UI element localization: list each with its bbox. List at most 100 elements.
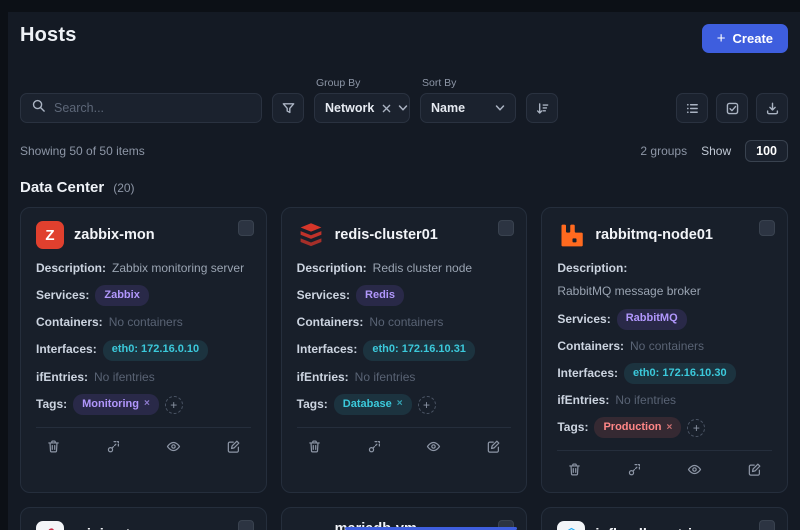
services-label: Services: xyxy=(36,287,89,304)
group-by-label: Group By xyxy=(314,77,410,89)
interfaces-label: Interfaces: xyxy=(36,341,97,358)
show-label: Show xyxy=(701,144,731,158)
delete-button[interactable] xyxy=(46,439,61,454)
service-badges: RabbitMQ xyxy=(617,309,687,330)
filter-button[interactable] xyxy=(272,93,304,123)
search-input[interactable] xyxy=(54,101,251,115)
groups-count-text: 2 groups xyxy=(640,144,687,158)
interface-badges: eth0: 172.16.10.30 xyxy=(624,363,736,384)
edit-button[interactable] xyxy=(486,439,501,454)
group-by-value: Network xyxy=(325,101,374,115)
value-badge: eth0: 172.16.10.30 xyxy=(624,363,736,384)
host-checkbox[interactable] xyxy=(759,220,775,236)
group-name: Data Center xyxy=(20,179,104,196)
containers-label: Containers: xyxy=(36,314,103,331)
page-title: Hosts xyxy=(20,24,77,47)
host-service-icon xyxy=(297,221,325,249)
interfaces-label: Interfaces: xyxy=(297,341,358,358)
host-card[interactable]: Z zabbix-mon Description: Zabbix monitor… xyxy=(20,207,267,493)
download-icon xyxy=(765,101,780,116)
remove-tag-icon[interactable]: × xyxy=(397,397,403,412)
list-icon xyxy=(685,101,700,116)
sort-by-control: Sort By Name xyxy=(420,77,516,123)
add-tag-button[interactable]: + xyxy=(687,419,705,437)
host-card[interactable]: minio-storage Description: MinIO object … xyxy=(20,507,267,530)
list-view-button[interactable] xyxy=(676,93,708,123)
view-button[interactable] xyxy=(426,439,441,454)
add-tag-button[interactable]: + xyxy=(165,396,183,414)
host-checkbox[interactable] xyxy=(238,220,254,236)
host-name: zabbix-mon xyxy=(74,227,155,243)
tag-badges: Monitoring× xyxy=(73,394,159,415)
network-scan-button[interactable] xyxy=(627,462,642,477)
add-tag-button[interactable]: + xyxy=(418,396,436,414)
network-scan-button[interactable] xyxy=(367,439,382,454)
view-button[interactable] xyxy=(687,462,702,477)
create-button[interactable]: + Create xyxy=(702,24,788,53)
delete-button[interactable] xyxy=(307,439,322,454)
meta-row: Showing 50 of 50 items 2 groups Show 100 xyxy=(20,140,788,162)
description-value: RabbitMQ message broker xyxy=(557,283,700,300)
containers-value: No containers xyxy=(109,314,183,331)
host-name: redis-cluster01 xyxy=(335,227,438,243)
value-badge: Redis xyxy=(356,285,404,306)
edit-icon xyxy=(486,439,501,454)
card-actions xyxy=(36,427,251,456)
edit-button[interactable] xyxy=(226,439,241,454)
host-card[interactable]: influxdb-metrics Description: InfluxDB m… xyxy=(541,507,788,530)
trash-icon xyxy=(307,439,322,454)
tag-badge: Production× xyxy=(594,417,681,438)
network-scan-icon xyxy=(627,462,642,477)
host-card[interactable]: redis-cluster01 Description: Redis clust… xyxy=(281,207,528,493)
host-cards-grid: Z zabbix-mon Description: Zabbix monitor… xyxy=(20,207,788,530)
tags-label: Tags: xyxy=(297,396,328,413)
funnel-icon xyxy=(281,101,296,116)
sort-descending-icon xyxy=(535,101,550,116)
network-scan-icon xyxy=(367,439,382,454)
delete-button[interactable] xyxy=(567,462,582,477)
description-value: Zabbix monitoring server xyxy=(112,260,244,277)
ifentries-value: No ifentries xyxy=(355,369,416,386)
remove-tag-icon[interactable]: × xyxy=(667,421,673,436)
host-checkbox[interactable] xyxy=(498,220,514,236)
ifentries-value: No ifentries xyxy=(615,392,676,409)
rabbitmq-icon xyxy=(557,221,585,249)
network-scan-button[interactable] xyxy=(106,439,121,454)
bulk-edit-button[interactable] xyxy=(716,93,748,123)
hosts-page: Hosts + Create Group By Network xyxy=(8,12,800,530)
group-by-select[interactable]: Network xyxy=(314,93,410,123)
host-card[interactable]: rabbitmq-node01 Description: RabbitMQ me… xyxy=(541,207,788,493)
service-badges: Redis xyxy=(356,285,404,306)
chevron-down-icon xyxy=(495,103,505,113)
redis-icon xyxy=(297,221,325,249)
view-actions xyxy=(676,93,788,123)
page-size-select[interactable]: 100 xyxy=(745,140,788,162)
export-button[interactable] xyxy=(756,93,788,123)
host-checkbox[interactable] xyxy=(238,520,254,530)
interface-badges: eth0: 172.16.10.31 xyxy=(363,340,475,361)
network-scan-icon xyxy=(106,439,121,454)
tag-badge: Database× xyxy=(334,394,412,415)
search-input-container xyxy=(20,93,262,123)
page-header: Hosts + Create xyxy=(20,24,788,53)
trash-icon xyxy=(46,439,61,454)
plus-icon: + xyxy=(717,31,726,46)
tag-badge: Monitoring× xyxy=(73,394,159,415)
tags-label: Tags: xyxy=(36,396,67,413)
edit-square-icon xyxy=(725,101,740,116)
tags-label: Tags: xyxy=(557,419,588,436)
containers-label: Containers: xyxy=(297,314,364,331)
ifentries-label: ifEntries: xyxy=(297,369,349,386)
edit-button[interactable] xyxy=(747,462,762,477)
sort-by-select[interactable]: Name xyxy=(420,93,516,123)
edit-icon xyxy=(226,439,241,454)
sort-direction-button[interactable] xyxy=(526,93,558,123)
host-service-icon xyxy=(557,521,585,530)
host-service-icon: Z xyxy=(36,221,64,249)
toolbar: Group By Network Sort By Name xyxy=(20,77,788,123)
view-button[interactable] xyxy=(166,439,181,454)
remove-tag-icon[interactable]: × xyxy=(144,397,150,412)
clear-group-icon[interactable] xyxy=(382,104,391,113)
host-service-icon xyxy=(557,221,585,249)
host-checkbox[interactable] xyxy=(759,520,775,530)
